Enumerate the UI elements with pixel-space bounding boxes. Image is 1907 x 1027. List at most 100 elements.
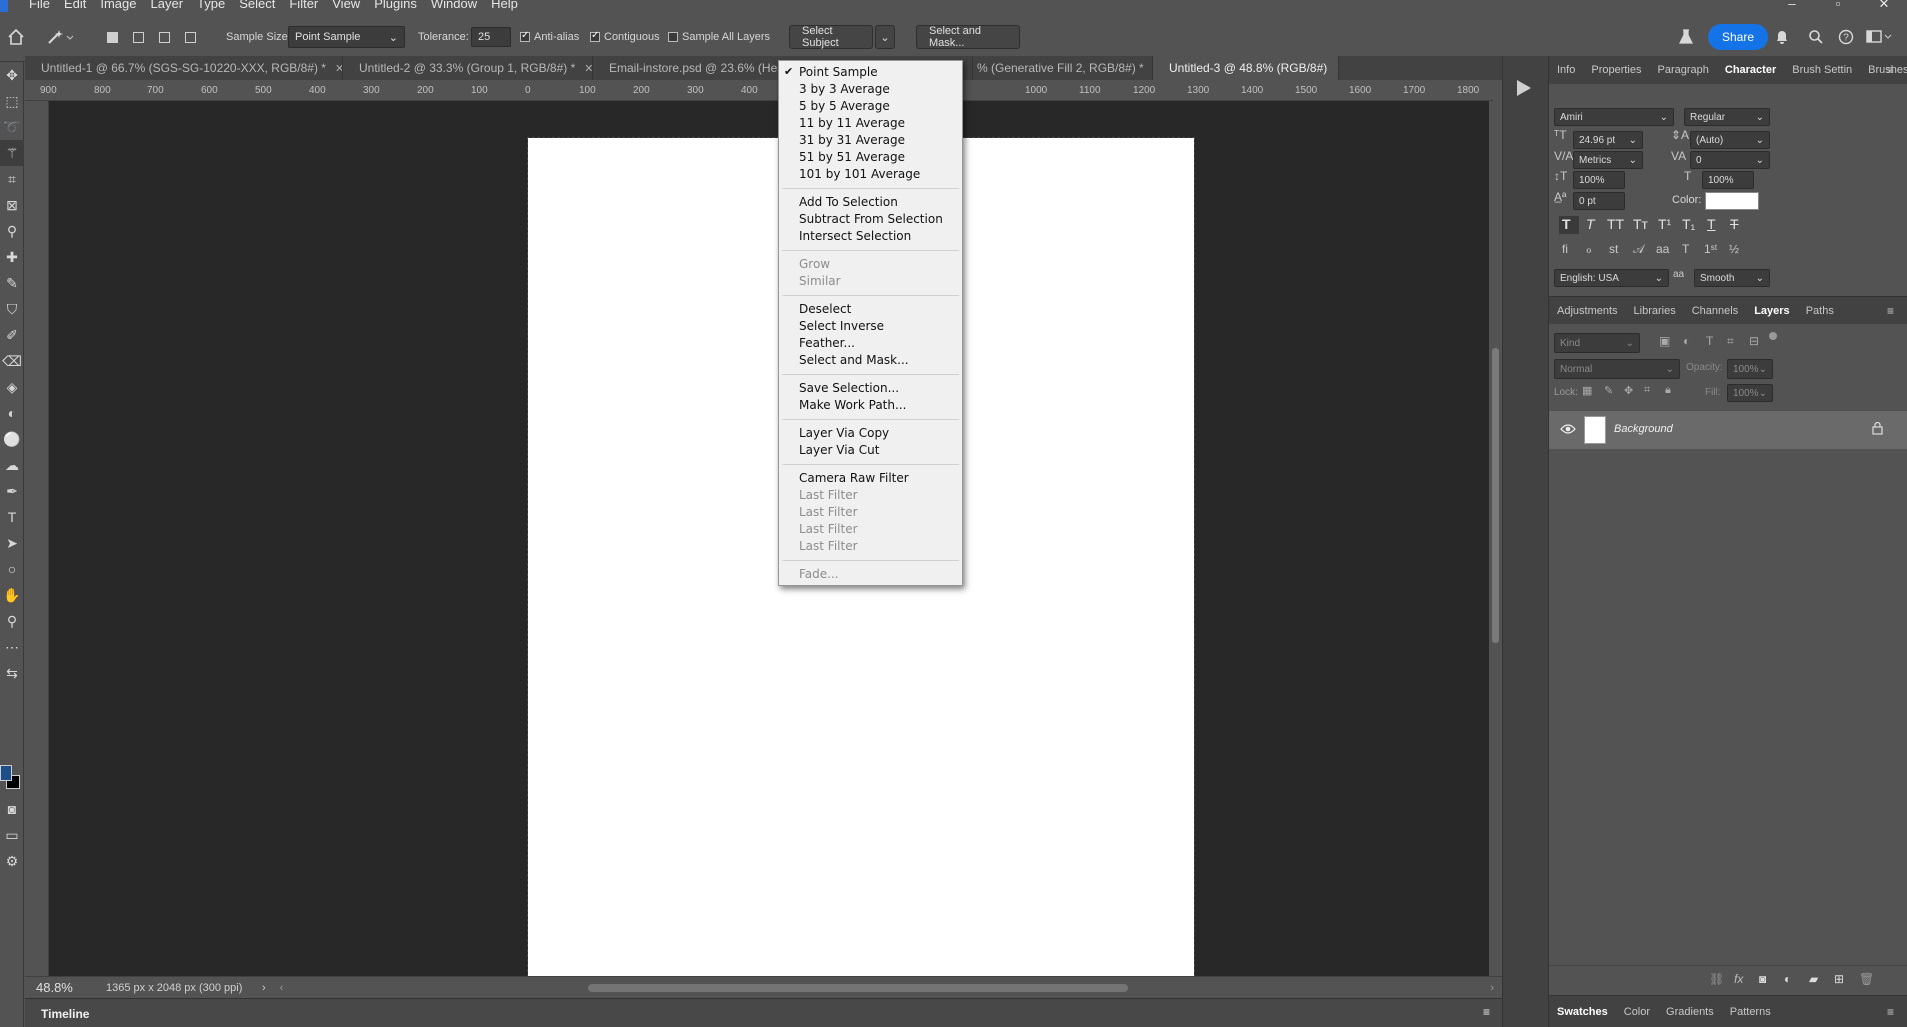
- menu-filter[interactable]: Filter: [282, 0, 325, 11]
- menu-item-11x11-average[interactable]: 11 by 11 Average: [779, 115, 962, 132]
- menu-item-select-and-mask[interactable]: Select and Mask...: [779, 352, 962, 369]
- new-layer-icon[interactable]: ⊞: [1834, 972, 1844, 986]
- tab-channels[interactable]: Channels: [1684, 305, 1746, 317]
- magic-wand-preset-icon[interactable]: [46, 12, 76, 62]
- add-mask-icon[interactable]: ◙: [1759, 972, 1766, 986]
- play-icon[interactable]: [1517, 80, 1531, 96]
- small-caps-icon[interactable]: Tт: [1633, 216, 1648, 232]
- foreground-color-swatch[interactable]: [0, 765, 12, 781]
- tab-character[interactable]: Character: [1717, 64, 1784, 76]
- faux-italic-icon[interactable]: T: [1586, 216, 1595, 232]
- subtract-selection-icon[interactable]: [154, 12, 174, 62]
- filter-adjustment-icon[interactable]: ◐: [1683, 334, 1690, 348]
- ligatures-icon[interactable]: ﬁ: [1562, 242, 1568, 256]
- menu-layer[interactable]: Layer: [144, 0, 191, 11]
- filter-smart-object-icon[interactable]: ⊟: [1749, 334, 1759, 348]
- swash-icon[interactable]: 𝒜: [1633, 242, 1644, 257]
- menu-item-select-inverse[interactable]: Select Inverse: [779, 318, 962, 335]
- tab-paths[interactable]: Paths: [1798, 305, 1842, 317]
- tab-properties[interactable]: Properties: [1583, 64, 1649, 76]
- menu-item-layer-via-cut[interactable]: Layer Via Cut: [779, 442, 962, 459]
- panel-menu-icon[interactable]: ≡: [1879, 1005, 1902, 1019]
- baseline-shift-input[interactable]: 0 pt: [1573, 192, 1625, 210]
- home-icon[interactable]: [7, 12, 25, 62]
- tab-color[interactable]: Color: [1616, 1006, 1658, 1018]
- more-tools-icon[interactable]: ⋯: [0, 634, 24, 660]
- stylistic-alternates-icon[interactable]: aa: [1656, 242, 1669, 256]
- close-icon[interactable]: ✕: [1336, 62, 1338, 75]
- close-window-button[interactable]: ✕: [1861, 0, 1907, 12]
- menu-edit[interactable]: Edit: [57, 0, 93, 11]
- generative-icon[interactable]: ⚙: [0, 848, 24, 874]
- layer-style-icon[interactable]: fx: [1734, 972, 1743, 986]
- tolerance-input[interactable]: 25: [471, 27, 511, 47]
- new-group-icon[interactable]: ▰: [1809, 972, 1818, 986]
- marquee-tool-icon[interactable]: ⬚: [0, 88, 24, 114]
- menu-type[interactable]: Type: [190, 0, 232, 11]
- paint-bucket-tool-icon[interactable]: ◈: [0, 374, 24, 400]
- pen-tool-icon[interactable]: ✒: [0, 478, 24, 504]
- lock-transparent-icon[interactable]: ▦: [1582, 384, 1592, 397]
- layer-row[interactable]: Background: [1549, 411, 1907, 449]
- menu-item-make-work-path[interactable]: Make Work Path...: [779, 397, 962, 414]
- menu-item-camera-raw-filter[interactable]: Camera Raw Filter: [779, 470, 962, 487]
- panel-menu-icon[interactable]: ≡: [1879, 63, 1902, 77]
- menu-plugins[interactable]: Plugins: [367, 0, 424, 11]
- select-subject-dropdown[interactable]: ⌄: [875, 25, 895, 49]
- frame-tool-icon[interactable]: ⊠: [0, 192, 24, 218]
- panel-menu-icon[interactable]: ≡: [1483, 1005, 1490, 1019]
- vertical-scrollbar[interactable]: [1489, 101, 1502, 976]
- menu-item-intersect-selection[interactable]: Intersect Selection: [779, 228, 962, 245]
- minimize-button[interactable]: –: [1769, 0, 1815, 12]
- chevron-right-icon[interactable]: ›: [1490, 982, 1494, 994]
- layer-name[interactable]: Background: [1614, 423, 1673, 435]
- strikethrough-icon[interactable]: T: [1730, 216, 1739, 232]
- antialias-select[interactable]: Smooth ⌄: [1694, 269, 1770, 287]
- tracking-select[interactable]: 0 ⌄: [1690, 151, 1770, 169]
- tab-gradients[interactable]: Gradients: [1658, 1006, 1722, 1018]
- link-layers-icon[interactable]: ⛓: [1709, 972, 1724, 986]
- tab-generative-fill[interactable]: % (Generative Fill 2, RGB/8#) *✕: [973, 56, 1153, 80]
- tab-info[interactable]: Info: [1549, 64, 1583, 76]
- quick-mask-icon[interactable]: ◙: [0, 796, 24, 822]
- sample-all-layers-checkbox[interactable]: Sample All Layers: [668, 12, 770, 62]
- sample-size-select[interactable]: Point Sample ⌄: [288, 26, 405, 48]
- font-family-select[interactable]: Amiri ⌄: [1554, 108, 1674, 126]
- eye-icon[interactable]: [1560, 423, 1576, 438]
- contextual-alternates-icon[interactable]: ℴ: [1586, 242, 1592, 256]
- menu-select[interactable]: Select: [232, 0, 282, 11]
- add-selection-icon[interactable]: [128, 12, 148, 62]
- menu-item-51x51-average[interactable]: 51 by 51 Average: [779, 149, 962, 166]
- tab-brush-settings[interactable]: Brush Settin: [1784, 64, 1860, 76]
- filter-pixel-icon[interactable]: ▣: [1659, 334, 1670, 348]
- vertical-scale-input[interactable]: 100%: [1573, 171, 1625, 189]
- select-and-mask-button[interactable]: Select and Mask...: [916, 25, 1020, 49]
- filter-toggle-icon[interactable]: [1769, 332, 1777, 340]
- tab-untitled-2[interactable]: Untitled-2 @ 33.3% (Group 1, RGB/8#) * ✕: [343, 56, 593, 80]
- font-size-select[interactable]: 24.96 pt ⌄: [1573, 131, 1643, 149]
- eyedropper-tool-icon[interactable]: ⚲: [0, 218, 24, 244]
- search-icon[interactable]: [1808, 12, 1824, 62]
- menu-item-layer-via-copy[interactable]: Layer Via Copy: [779, 425, 962, 442]
- underline-icon[interactable]: T: [1707, 216, 1716, 232]
- ellipse-tool-icon[interactable]: ○: [0, 556, 24, 582]
- menu-file[interactable]: File: [22, 0, 57, 11]
- filter-shape-icon[interactable]: ⌗: [1727, 334, 1734, 349]
- contiguous-checkbox[interactable]: Contiguous: [590, 12, 660, 62]
- menu-item-subtract-from-selection[interactable]: Subtract From Selection: [779, 211, 962, 228]
- clone-stamp-tool-icon[interactable]: ⛉: [0, 296, 24, 322]
- tab-patterns[interactable]: Patterns: [1722, 1006, 1779, 1018]
- healing-brush-tool-icon[interactable]: ✚: [0, 244, 24, 270]
- kerning-select[interactable]: Metrics ⌄: [1573, 151, 1643, 169]
- help-icon[interactable]: ?: [1838, 12, 1854, 62]
- subscript-icon[interactable]: T₁: [1682, 216, 1695, 232]
- adjustment-layer-icon[interactable]: ◐: [1784, 972, 1791, 986]
- bell-icon[interactable]: [1774, 12, 1790, 62]
- menu-item-3x3-average[interactable]: 3 by 3 Average: [779, 81, 962, 98]
- menu-item-31x31-average[interactable]: 31 by 31 Average: [779, 132, 962, 149]
- menu-window[interactable]: Window: [424, 0, 484, 11]
- crop-tool-icon[interactable]: ⌗: [0, 166, 24, 192]
- tab-libraries[interactable]: Libraries: [1626, 305, 1684, 317]
- tab-untitled-1[interactable]: Untitled-1 @ 66.7% (SGS-SG-10220-XXX, RG…: [25, 56, 343, 80]
- menu-view[interactable]: View: [325, 0, 367, 11]
